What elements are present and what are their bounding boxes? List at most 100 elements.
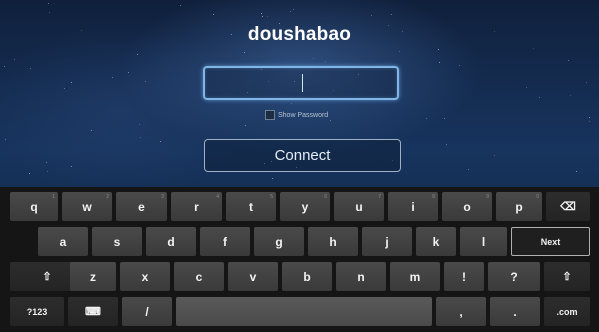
- star: [570, 95, 571, 96]
- key-y[interactable]: y6: [280, 192, 330, 221]
- star: [438, 49, 439, 50]
- key-label: b: [303, 269, 311, 284]
- key-p[interactable]: p0: [496, 192, 542, 221]
- star: [48, 3, 49, 4]
- key-hint: 8: [432, 194, 435, 200]
- key-label: p: [515, 199, 523, 214]
- shift-icon: ⇧: [562, 271, 572, 283]
- symbols-key[interactable]: ?123: [10, 297, 64, 326]
- star: [14, 59, 15, 60]
- star: [459, 65, 460, 66]
- space-key[interactable]: [176, 297, 432, 326]
- key-h[interactable]: h: [308, 227, 358, 256]
- show-password-checkbox[interactable]: [265, 110, 275, 120]
- key-b[interactable]: b: [282, 262, 332, 291]
- key-r[interactable]: r4: [171, 192, 222, 221]
- star: [568, 60, 569, 61]
- key-n[interactable]: n: [336, 262, 386, 291]
- star: [244, 52, 245, 53]
- key-label: ,: [459, 304, 463, 319]
- text-cursor: [302, 74, 303, 92]
- key-j[interactable]: j: [362, 227, 412, 256]
- key-label: k: [432, 234, 440, 249]
- on-screen-keyboard: q1 w2 e3 r4 t5 y6 u7 i8 o9 p0 ⌫ a s d f …: [0, 187, 599, 332]
- star: [426, 118, 427, 119]
- key-x[interactable]: x: [120, 262, 170, 291]
- keyboard-settings-key[interactable]: ⌨: [68, 297, 118, 326]
- key-hint: 0: [536, 194, 539, 200]
- dotcom-key[interactable]: .com: [544, 297, 590, 326]
- key-label: j: [385, 234, 389, 249]
- key-comma[interactable]: ,: [436, 297, 486, 326]
- star: [180, 5, 181, 6]
- shift-key-right[interactable]: ⇧: [544, 262, 590, 291]
- key-t[interactable]: t5: [226, 192, 276, 221]
- star: [391, 14, 392, 15]
- key-exclamation[interactable]: !: [444, 262, 484, 291]
- star: [325, 61, 326, 62]
- shift-icon: ⇧: [42, 271, 52, 283]
- star: [589, 117, 590, 118]
- key-label: z: [90, 269, 96, 284]
- key-label: g: [275, 234, 283, 249]
- backspace-key[interactable]: ⌫: [546, 192, 590, 221]
- star: [128, 72, 129, 73]
- key-label: m: [409, 269, 421, 284]
- star: [112, 77, 113, 78]
- star: [71, 82, 72, 83]
- star: [330, 120, 331, 121]
- key-z[interactable]: z: [70, 262, 116, 291]
- key-u[interactable]: u7: [334, 192, 384, 221]
- show-password-option[interactable]: Show Password: [265, 109, 328, 121]
- key-label: .: [513, 304, 517, 319]
- key-hint: 5: [270, 194, 273, 200]
- key-period[interactable]: .: [490, 297, 540, 326]
- key-hint: 7: [378, 194, 381, 200]
- key-question[interactable]: ?: [488, 262, 540, 291]
- key-label: h: [329, 234, 337, 249]
- star: [46, 162, 47, 163]
- key-s[interactable]: s: [92, 227, 142, 256]
- key-l[interactable]: l: [460, 227, 507, 256]
- star: [586, 82, 587, 83]
- key-hint: 1: [52, 194, 55, 200]
- key-label: q: [30, 199, 38, 214]
- star: [589, 121, 590, 122]
- key-i[interactable]: i8: [388, 192, 438, 221]
- star: [145, 81, 146, 82]
- key-o[interactable]: o9: [442, 192, 492, 221]
- key-hint: 2: [106, 194, 109, 200]
- key-label: f: [223, 234, 227, 249]
- star: [261, 13, 262, 14]
- star: [137, 54, 138, 55]
- next-key[interactable]: Next: [511, 227, 590, 256]
- key-e[interactable]: e3: [116, 192, 167, 221]
- key-hint: 3: [161, 194, 164, 200]
- star: [533, 48, 534, 49]
- star: [245, 125, 246, 126]
- key-v[interactable]: v: [228, 262, 278, 291]
- key-a[interactable]: a: [38, 227, 88, 256]
- key-slash[interactable]: /: [122, 297, 172, 326]
- next-key-label: Next: [540, 236, 561, 247]
- password-input[interactable]: [203, 66, 399, 100]
- key-hint: 6: [324, 194, 327, 200]
- key-k[interactable]: k: [416, 227, 456, 256]
- key-f[interactable]: f: [200, 227, 250, 256]
- key-label: w: [82, 199, 92, 214]
- key-m[interactable]: m: [390, 262, 440, 291]
- connect-button[interactable]: Connect: [204, 139, 401, 172]
- key-q[interactable]: q1: [10, 192, 58, 221]
- key-c[interactable]: c: [174, 262, 224, 291]
- key-label: e: [138, 199, 145, 214]
- star: [399, 51, 400, 52]
- key-w[interactable]: w2: [62, 192, 112, 221]
- key-g[interactable]: g: [254, 227, 304, 256]
- star: [213, 14, 214, 15]
- star: [291, 103, 292, 104]
- symbols-key-label: ?123: [26, 306, 48, 317]
- star: [290, 11, 291, 12]
- key-d[interactable]: d: [146, 227, 196, 256]
- star: [139, 124, 140, 125]
- key-label: i: [411, 199, 415, 214]
